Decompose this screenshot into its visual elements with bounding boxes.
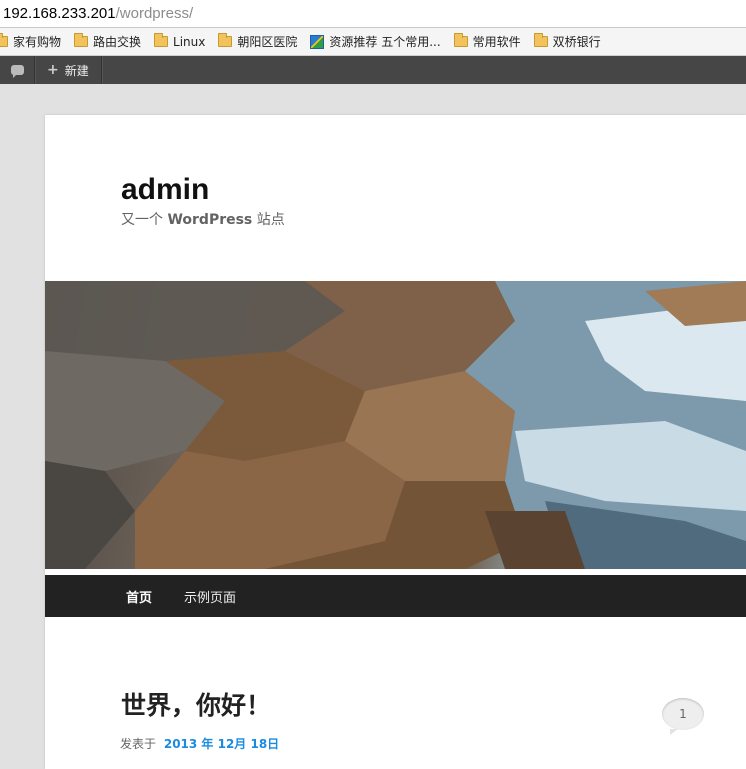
header-image[interactable] [45, 281, 746, 569]
wp-admin-bar: + 新建 [0, 56, 746, 84]
bookmark-jiayou[interactable]: 家有购物 [0, 33, 61, 50]
site-description-suffix: 站点 [256, 212, 285, 228]
main-navigation: 首页 示例页面 [45, 575, 746, 617]
site-description: 又一个 WordPress 站点 [121, 209, 285, 229]
nav-item-home[interactable]: 首页 [110, 587, 168, 606]
admin-comments-button[interactable] [0, 56, 35, 84]
plus-icon: + [47, 62, 59, 78]
folder-icon [453, 33, 468, 47]
bookmark-software[interactable]: 常用软件 [453, 33, 521, 50]
post-meta: 发表于 2013 年 12月 18日 [120, 735, 279, 752]
admin-new-label: 新建 [64, 63, 89, 78]
bookmark-label: Linux [173, 34, 206, 49]
post-title[interactable]: 世界，你好！ [121, 686, 271, 722]
nav-item-sample-page[interactable]: 示例页面 [168, 587, 252, 606]
bookmark-resources[interactable]: 资源推荐 五个常用... [310, 33, 441, 50]
bookmark-routing[interactable]: 路由交换 [74, 33, 141, 50]
url-path: /wordpress/ [115, 5, 194, 22]
folder-icon [533, 33, 548, 47]
comment-bubble-icon [10, 65, 24, 78]
bookmarks-bar: 家有购物 路由交换 Linux 朝阳区医院 资源推荐 五个常用... 常用软件 … [0, 28, 746, 56]
bookmark-label: 家有购物 [13, 35, 62, 49]
page-container: admin 又一个 WordPress 站点 首页 示例页面 世界，你好！ 1 … [45, 115, 746, 769]
bookmark-label: 资源推荐 五个常用... [329, 35, 441, 49]
comment-count: 1 [679, 707, 687, 721]
bookmark-label: 常用软件 [472, 35, 521, 49]
header-image-art [45, 281, 746, 569]
site-favicon-icon [310, 34, 325, 49]
bookmark-bank[interactable]: 双桥银行 [533, 33, 601, 50]
site-description-brand: WordPress [167, 212, 253, 228]
bookmark-label: 朝阳区医院 [237, 35, 298, 49]
folder-icon [0, 33, 8, 47]
folder-icon [218, 33, 233, 47]
comment-count-bubble[interactable]: 1 [662, 698, 704, 735]
bookmark-label: 双桥银行 [552, 35, 601, 49]
post-meta-prefix: 发表于 [120, 737, 157, 751]
admin-new-button[interactable]: + 新建 [35, 56, 102, 84]
site-title[interactable]: admin [121, 173, 209, 207]
bookmark-linux[interactable]: Linux [154, 33, 206, 49]
post-date-link[interactable]: 2013 年 12月 18日 [164, 737, 279, 751]
bookmark-label: 路由交换 [93, 35, 142, 49]
url-text[interactable]: 192.168.233.201/wordpress/ [0, 5, 193, 22]
url-host: 192.168.233.201 [3, 5, 116, 22]
folder-icon [154, 33, 169, 47]
bookmark-hospital[interactable]: 朝阳区医院 [218, 33, 297, 50]
site-description-prefix: 又一个 [121, 212, 163, 228]
address-bar[interactable]: 192.168.233.201/wordpress/ [0, 0, 746, 28]
folder-icon [74, 33, 89, 47]
